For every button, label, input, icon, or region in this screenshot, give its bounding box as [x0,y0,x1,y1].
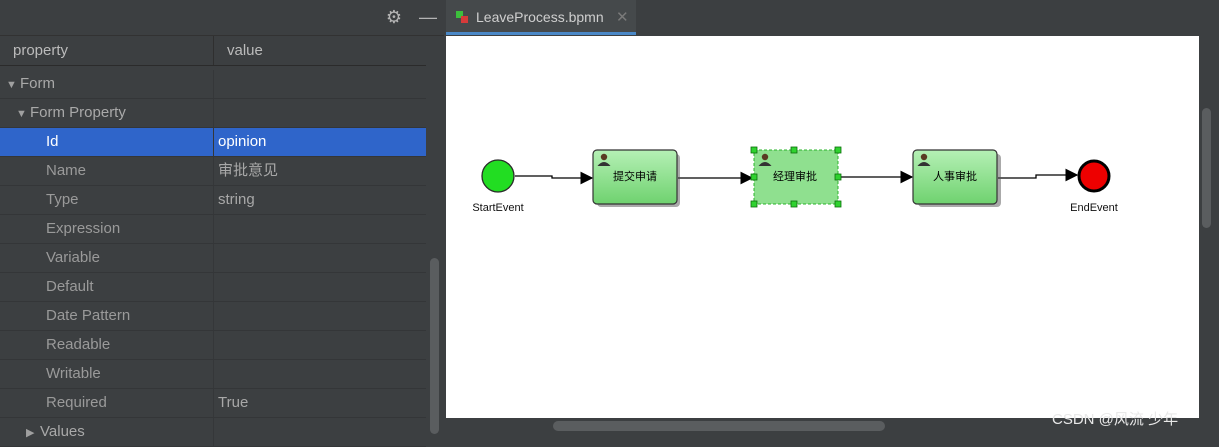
property-row-type[interactable]: Type string [0,186,426,215]
property-label: Id [46,133,59,150]
task-node[interactable]: 提交申请 [592,149,680,207]
property-value[interactable]: True [218,389,248,417]
tab-title: LeaveProcess.bpmn [476,9,604,25]
property-label: Readable [46,336,111,353]
sequence-flow[interactable] [515,171,594,185]
property-scrollbar[interactable] [430,258,439,434]
property-value[interactable]: string [218,186,255,214]
property-value[interactable]: opinion [218,128,266,156]
expand-triangle-right-icon[interactable]: ▶ [26,419,40,447]
property-row-form-property[interactable]: ▼ Form Property [0,99,426,128]
property-row-form[interactable]: ▼ Form [0,70,426,99]
end-event-label: EndEvent [1070,202,1118,214]
tab-leaveprocess[interactable]: LeaveProcess.bpmn ✕ [446,0,636,35]
property-table-header: property value [0,36,426,66]
close-icon[interactable]: ✕ [616,8,629,26]
property-label: Values [40,423,85,440]
property-label: Writable [46,365,101,382]
property-label: Variable [46,249,100,266]
property-row-required[interactable]: Required True [0,389,426,418]
editor-tabbar: LeaveProcess.bpmn ✕ [446,0,1219,35]
minimize-icon[interactable]: — [418,7,438,27]
property-label: Form Property [30,104,126,121]
property-row-writable[interactable]: Writable [0,360,426,389]
expand-triangle-down-icon[interactable]: ▼ [16,100,30,128]
properties-panel: ⚙ — property value ▼ Form ▼ Form Property Id… [0,0,444,447]
property-row-id[interactable]: Id opinion [0,128,426,157]
property-label: Type [46,191,79,208]
expand-triangle-down-icon[interactable]: ▼ [6,71,20,99]
canvas-vertical-scrollbar[interactable] [1202,108,1211,228]
gear-icon[interactable]: ⚙ [384,7,404,27]
start-event[interactable] [481,159,515,193]
property-label: Expression [46,220,121,237]
property-label: Date Pattern [46,307,131,324]
bpmn-canvas[interactable]: StartEvent 提交申请 经理审批 人事审批 EndEvent [446,36,1199,418]
property-row-values[interactable]: ▶ Values [0,418,426,447]
task-node[interactable]: 人事审批 [912,149,1001,207]
property-label: Form [20,75,55,92]
bpmn-file-icon [456,11,468,23]
task-label: 提交申请 [613,169,657,183]
canvas-horizontal-scrollbar[interactable] [553,421,885,431]
property-label: Name [46,162,87,179]
end-event[interactable] [1077,159,1111,193]
task-label: 人事审批 [933,169,977,183]
sequence-flow[interactable] [998,168,1079,182]
value-column-header: value [227,42,263,59]
property-value[interactable]: 审批意见 [218,157,278,185]
property-row-default[interactable]: Default [0,273,426,302]
bpmn-diagram: StartEvent 提交申请 经理审批 人事审批 EndEvent [472,146,1118,214]
property-label: Required [46,394,107,411]
property-rows: ▼ Form ▼ Form Property Id opinion Name 审批意见 Type… [0,70,426,447]
property-column-header: property [13,42,69,59]
property-row-variable[interactable]: Variable [0,244,426,273]
property-row-name[interactable]: Name 审批意见 [0,157,426,186]
task-label: 经理审批 [773,169,817,183]
property-label: Default [46,278,94,295]
property-row-date-pattern[interactable]: Date Pattern [0,302,426,331]
start-event-label: StartEvent [472,202,523,214]
property-row-readable[interactable]: Readable [0,331,426,360]
task-node-selected[interactable]: 经理审批 [750,146,842,208]
panel-toolbar: ⚙ — [0,0,444,36]
watermark: CSDN @风流 少年 [1052,411,1179,428]
property-row-expression[interactable]: Expression [0,215,426,244]
